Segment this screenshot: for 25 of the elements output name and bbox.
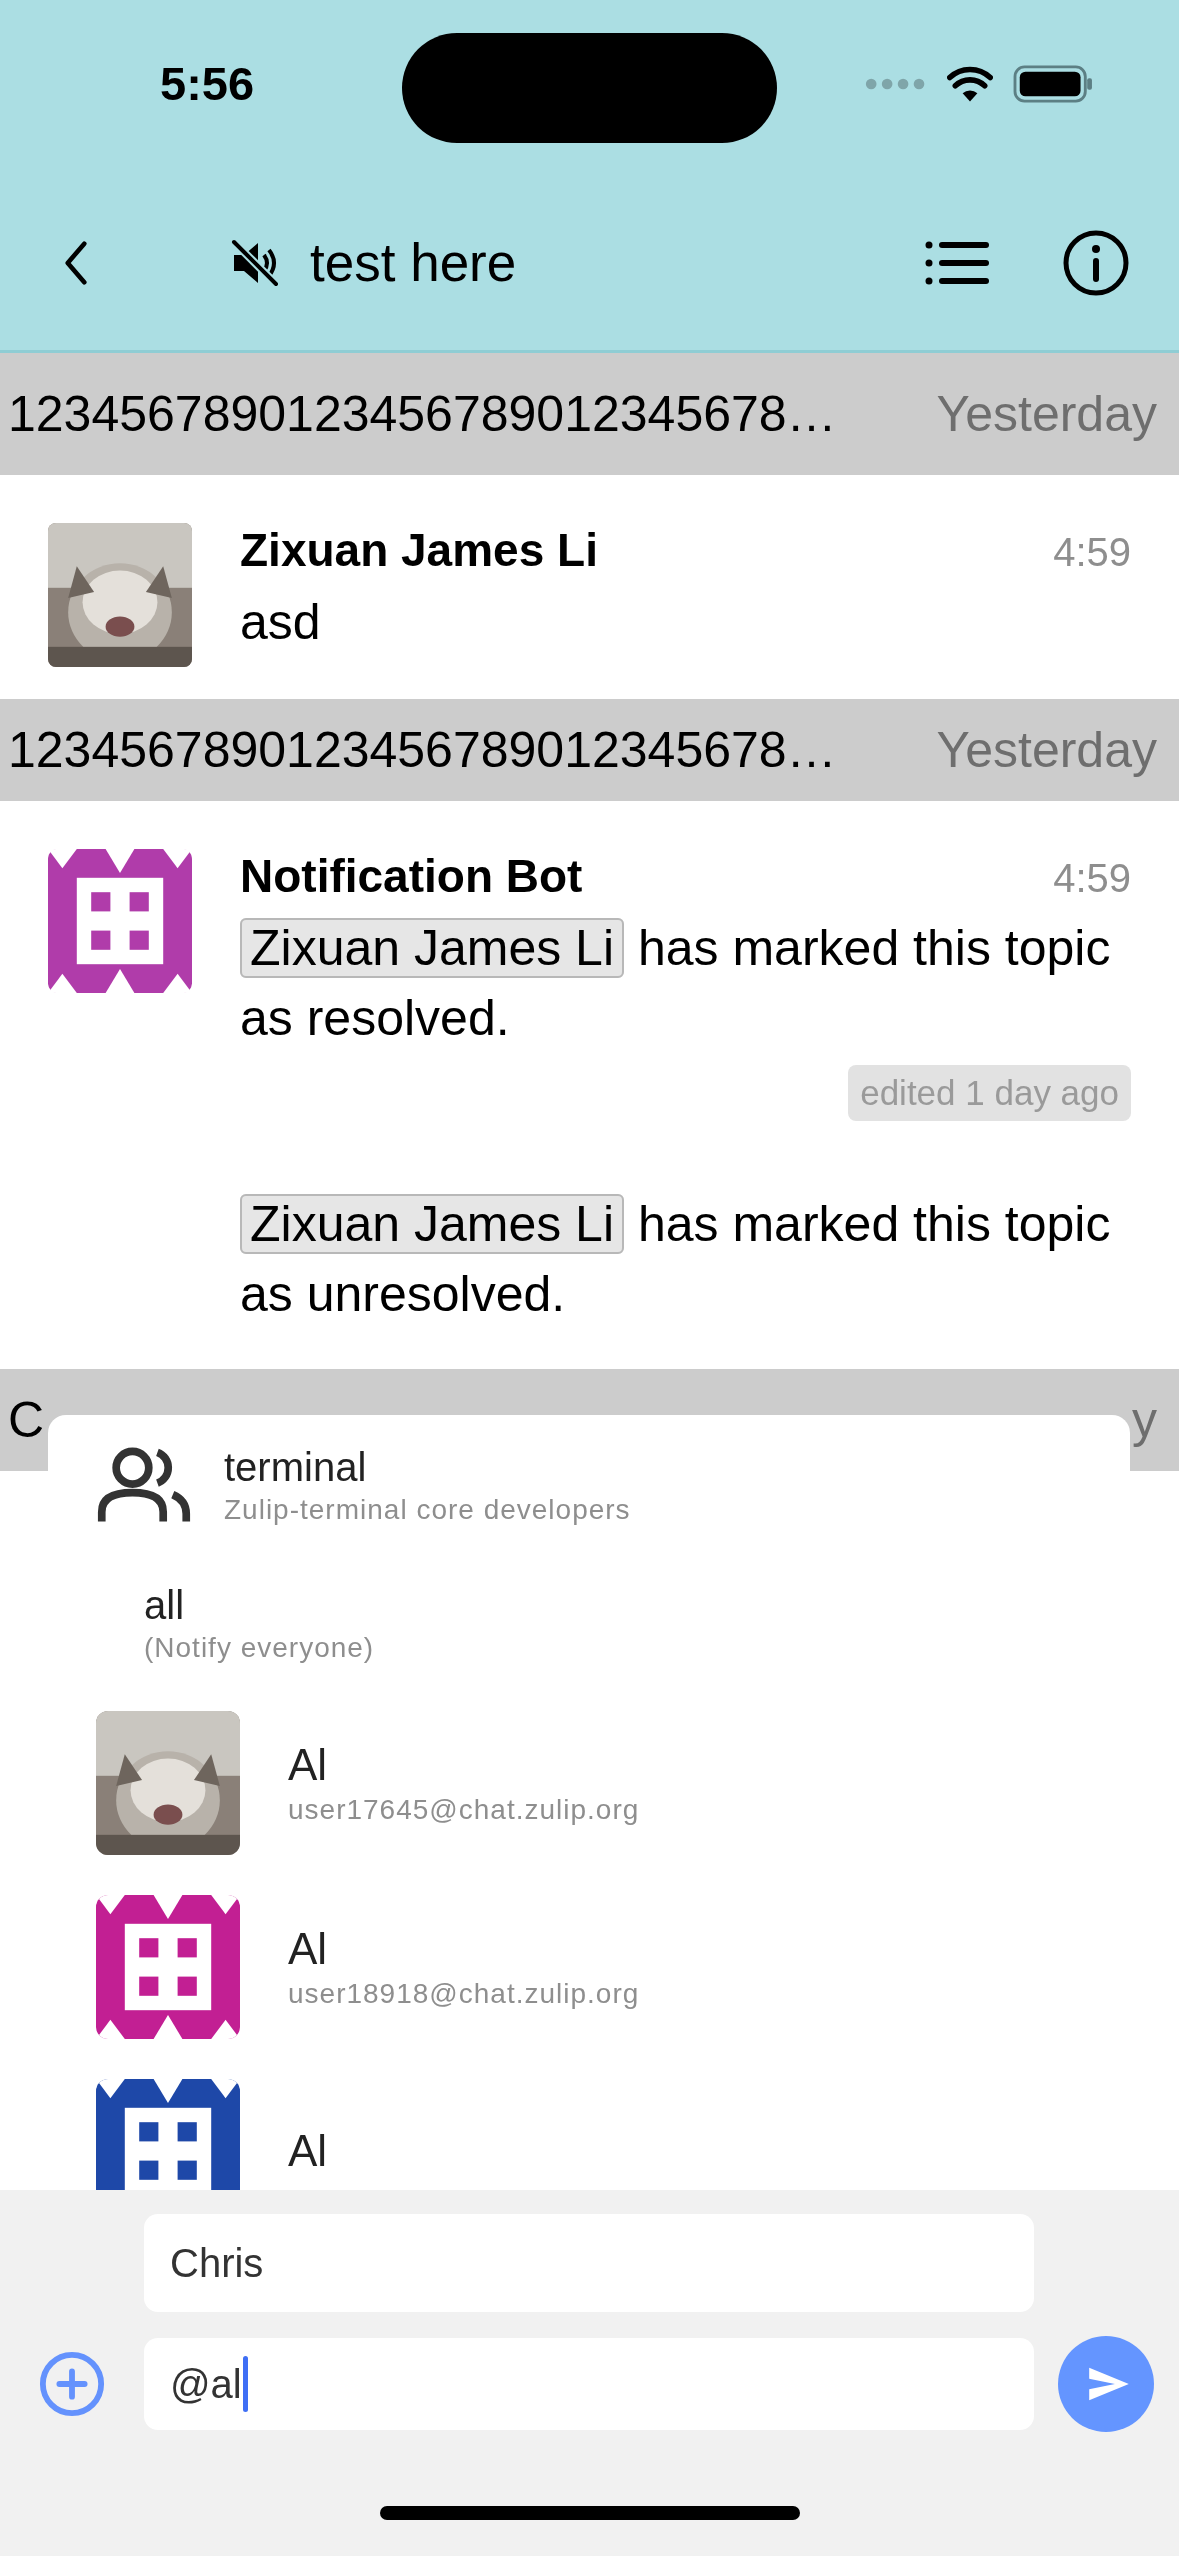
suggestion-detail: user17645@chat.zulip.org: [288, 1794, 640, 1826]
suggestion-name: Al: [288, 1924, 329, 1974]
topic-name: 1234567890123456789012345678…: [8, 721, 837, 779]
suggestion-detail: (Notify everyone): [144, 1631, 375, 1664]
date-label: Yesterday: [936, 721, 1157, 779]
sender-name: Zixuan James Li: [240, 523, 598, 577]
suggestion-detail: Zulip-terminal core developers: [224, 1493, 631, 1526]
suggestion-name: terminal: [224, 1444, 368, 1490]
topic-name: 1234567890123456789012345678…: [8, 385, 837, 443]
message-text: asd: [240, 593, 322, 652]
suggestion-name: Al: [288, 2126, 328, 2176]
suggestion-name: Al: [288, 1740, 329, 1790]
message-time: 4:59: [1053, 856, 1131, 901]
message-text: Zixuan James Li has marked this topic as unresolved.: [240, 1193, 1112, 1324]
sender-name: Notification Bot: [240, 849, 583, 903]
status-time: 5:56: [160, 56, 255, 111]
topic-name: C: [8, 1391, 45, 1449]
message-text: Zixuan James Li has marked this topic as resolved.: [240, 917, 1112, 1048]
date-label: y: [1132, 1391, 1157, 1449]
edited-label: edited 1 day ago: [848, 1065, 1131, 1121]
suggestion-detail: user18918@chat.zulip.org: [288, 1978, 640, 2010]
suggestion-name: all: [144, 1582, 186, 1628]
message-time: 4:59: [1053, 530, 1131, 575]
stream-title: test here: [310, 232, 517, 293]
date-label: Yesterday: [936, 385, 1157, 443]
